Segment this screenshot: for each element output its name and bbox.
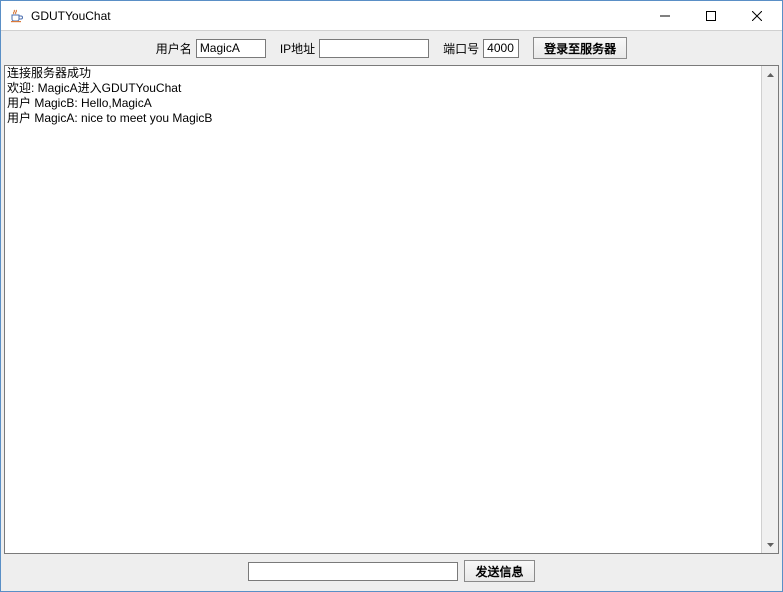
titlebar: GDUTYouChat <box>1 1 782 31</box>
scroll-track[interactable] <box>762 83 778 536</box>
login-toolbar: 用户名 IP地址 端口号 登录至服务器 <box>4 31 779 65</box>
minimize-button[interactable] <box>642 1 688 31</box>
maximize-icon <box>706 11 716 21</box>
chevron-up-icon <box>767 73 774 77</box>
maximize-button[interactable] <box>688 1 734 31</box>
chevron-down-icon <box>767 543 774 547</box>
close-button[interactable] <box>734 1 780 31</box>
username-label: 用户名 <box>156 40 192 57</box>
send-toolbar: 发送信息 <box>4 554 779 588</box>
send-button[interactable]: 发送信息 <box>464 560 534 582</box>
port-label: 端口号 <box>443 40 479 57</box>
minimize-icon <box>660 11 670 21</box>
close-icon <box>752 11 762 21</box>
window-controls <box>642 1 780 31</box>
chat-log: 连接服务器成功 欢迎: MagicA进入GDUTYouChat 用户 Magic… <box>5 66 761 553</box>
message-input[interactable] <box>248 562 458 581</box>
content-wrapper: 用户名 IP地址 端口号 登录至服务器 连接服务器成功 欢迎: MagicA进入… <box>1 31 782 591</box>
scrollbar[interactable] <box>761 66 778 553</box>
java-cup-icon <box>9 8 25 24</box>
chat-log-container: 连接服务器成功 欢迎: MagicA进入GDUTYouChat 用户 Magic… <box>4 65 779 554</box>
scroll-down-button[interactable] <box>762 536 778 553</box>
app-window: GDUTYouChat 用户名 IP地址 端口号 登录至服务器 <box>0 0 783 592</box>
window-title: GDUTYouChat <box>31 9 642 23</box>
login-button[interactable]: 登录至服务器 <box>533 37 627 59</box>
ip-input[interactable] <box>319 39 429 58</box>
ip-label: IP地址 <box>280 40 315 57</box>
port-input[interactable] <box>483 39 519 58</box>
scroll-up-button[interactable] <box>762 66 778 83</box>
username-input[interactable] <box>196 39 266 58</box>
